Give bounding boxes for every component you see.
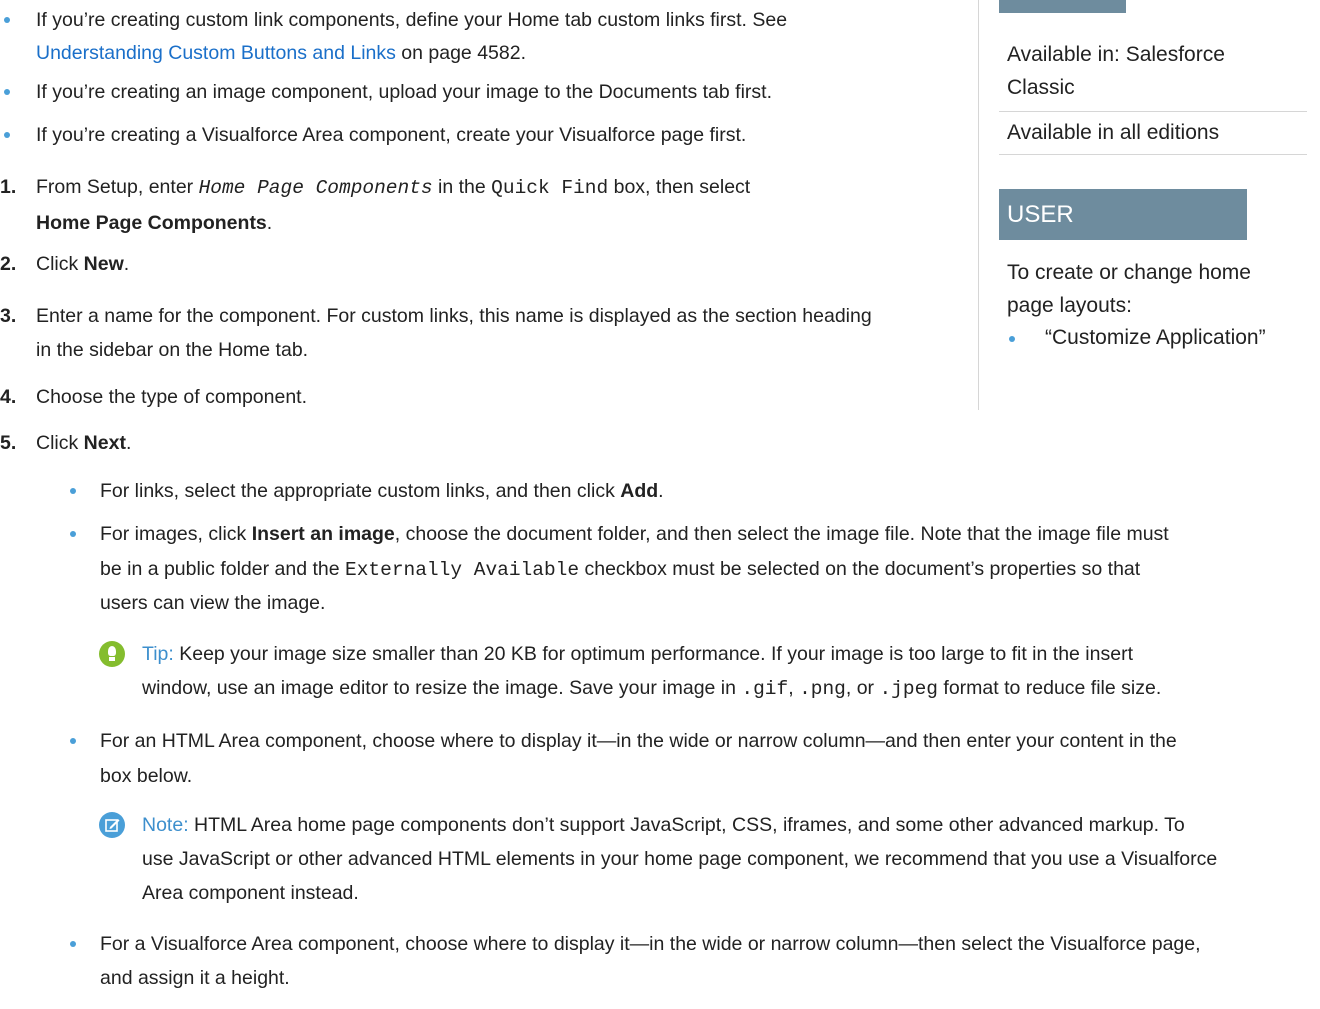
code-png: .png: [799, 678, 846, 700]
sub-bullet-links: For links, select the appropriate custom…: [100, 475, 664, 507]
step-4: Choose the type of component.: [36, 386, 308, 408]
images-pre: For images, click: [100, 523, 252, 545]
note-line2: use JavaScript or other advanced HTML el…: [142, 848, 1218, 870]
tip-label: Tip:: [142, 643, 174, 665]
step-number: 5.: [0, 432, 17, 454]
sub-bullet-images-line3: users can view the image.: [100, 592, 326, 614]
bullet-icon: [70, 488, 76, 494]
step-1-end: .: [266, 212, 273, 234]
custom-buttons-link[interactable]: Understanding Custom Buttons and Links: [36, 42, 396, 64]
code-gif: .gif: [741, 678, 789, 700]
tip-line2: window, use an image editor to resize th…: [142, 672, 1161, 705]
links-post: .: [658, 480, 664, 502]
edition-sidebar: Available in: Salesforce Classic Availab…: [978, 0, 1309, 410]
user-permissions-heading: USER PERMISSIONS: [999, 189, 1247, 279]
bullet-icon: [70, 738, 76, 744]
note-text-1: HTML Area home page components don’t sup…: [188, 814, 1185, 836]
step-3-line2: in the sidebar on the Home tab.: [36, 339, 309, 361]
sub-bullet-vf-line2: and assign it a height.: [100, 967, 290, 989]
step-number: 2.: [0, 253, 17, 275]
availability-line2: Classic: [1007, 76, 1075, 99]
bullet-icon: [70, 941, 76, 947]
step-2: Click New.: [36, 248, 129, 280]
sub-bullet-images-line1: For images, click Insert an image, choos…: [100, 518, 1169, 550]
step-number: 1.: [0, 176, 17, 198]
editions-heading-box: [999, 0, 1126, 13]
images-line2-post: checkbox must be selected on the documen…: [579, 558, 1141, 580]
links-pre: For links, select the appropriate custom…: [100, 480, 621, 502]
step-3-line1: Enter a name for the component. For cust…: [36, 305, 872, 327]
pencil-icon: [105, 819, 120, 832]
lightbulb-icon: [99, 641, 125, 667]
step-number: 4.: [0, 386, 17, 408]
note-label: Note:: [142, 814, 189, 836]
perm-desc-line2: page layouts:: [1007, 294, 1132, 317]
intro-bullet-1-text: If you’re creating custom link component…: [36, 9, 788, 31]
note-line3: Area component instead.: [142, 882, 359, 904]
perm-item: “Customize Application”: [1045, 326, 1266, 349]
step-5: Click Next.: [36, 427, 131, 459]
images-post: , choose the document folder, and then s…: [394, 523, 1169, 545]
step-5-pre: Click: [36, 432, 84, 454]
next-label: Next: [83, 432, 126, 454]
sub-bullet-images-line2: be in a public folder and the Externally…: [100, 553, 1140, 586]
new-label: New: [83, 253, 124, 275]
availability-line1: Available in: Salesforce: [1007, 43, 1225, 66]
bullet-icon: [70, 531, 76, 537]
step-5-post: .: [125, 432, 132, 454]
step-1-line1: From Setup, enter Home Page Components i…: [36, 171, 750, 204]
step-1-post: box, then select: [608, 176, 751, 198]
sub-bullet-html-line2: box below.: [100, 765, 193, 787]
home-page-components-label: Home Page Components: [36, 212, 267, 234]
divider: [999, 111, 1307, 112]
bullet-icon: [4, 89, 10, 95]
add-label: Add: [620, 480, 659, 502]
sub-bullet-html-line1: For an HTML Area component, choose where…: [100, 730, 1177, 752]
step-1-pre: From Setup, enter: [36, 176, 199, 198]
tip-line1: Tip: Keep your image size smaller than 2…: [142, 638, 1133, 670]
step-number: 3.: [0, 305, 17, 327]
page-reference: on page 4582.: [395, 42, 526, 64]
bullet-icon: [4, 132, 10, 138]
intro-bullet-2: If you’re creating an image component, u…: [36, 81, 772, 103]
step-2-pre: Click: [36, 253, 84, 275]
divider: [999, 154, 1307, 155]
bullet-icon: [4, 17, 10, 23]
step-2-post: .: [123, 253, 130, 275]
code-externally-available: Externally Available: [345, 559, 580, 581]
sub-bullet-vf-line1: For a Visualforce Area component, choose…: [100, 933, 1201, 955]
code-quick-find: Quick Find: [491, 177, 609, 199]
code-jpeg: .jpeg: [879, 678, 938, 700]
tip-text-2: window, use an image editor to resize th…: [142, 677, 742, 699]
tip-sep-1: ,: [788, 677, 800, 699]
insert-image-label: Insert an image: [251, 523, 395, 545]
step-1-line2: Home Page Components.: [36, 207, 272, 239]
intro-bullet-1: If you’re creating custom link component…: [36, 4, 787, 36]
tip-text-1: Keep your image size smaller than 20 KB …: [173, 643, 1133, 665]
edit-note-icon: [99, 812, 125, 838]
images-line2-pre: be in a public folder and the: [100, 558, 346, 580]
bullet-icon: [1009, 336, 1015, 342]
note-line1: Note: HTML Area home page components don…: [142, 809, 1185, 841]
editions-text: Available in all editions: [1007, 121, 1220, 144]
step-1-mid: in the: [432, 176, 492, 198]
intro-bullet-3: If you’re creating a Visualforce Area co…: [36, 124, 747, 146]
tip-text-3: format to reduce file size.: [937, 677, 1162, 699]
perm-desc-line1: To create or change home: [1007, 261, 1251, 284]
tip-sep-2: , or: [845, 677, 880, 699]
intro-bullet-1-line2: Understanding Custom Buttons and Links o…: [36, 37, 526, 69]
code-home-page-components: Home Page Components: [198, 177, 433, 199]
